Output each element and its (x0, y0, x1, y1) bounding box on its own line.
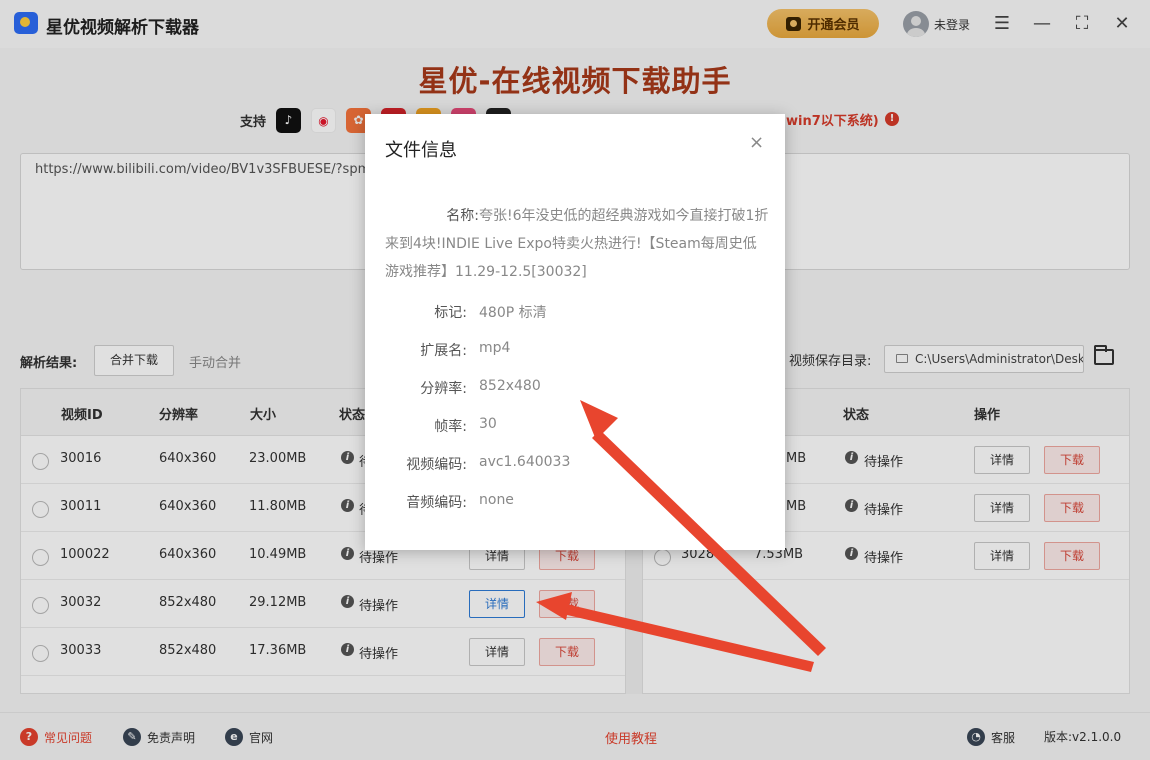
framerate-value: 30 (479, 416, 497, 432)
extension-value: mp4 (479, 340, 511, 356)
extension-label: 扩展名: (420, 343, 467, 359)
resolution-label: 分辨率: (420, 381, 467, 397)
framerate-label: 帧率: (434, 419, 467, 435)
file-name-label: 名称: (446, 208, 479, 224)
close-icon[interactable]: × (749, 132, 764, 153)
audio-codec-label: 音频编码: (406, 495, 467, 511)
mark-value: 480P 标清 (479, 305, 547, 321)
video-codec-value: avc1.640033 (479, 454, 571, 470)
modal-title: 文件信息 (385, 140, 457, 161)
file-info-modal: 文件信息 × 名称:夸张!6年没史低的超经典游戏如今直接打破1折来到4块!IND… (365, 114, 785, 550)
resolution-value: 852x480 (479, 378, 541, 394)
mark-label: 标记: (434, 305, 467, 321)
audio-codec-value: none (479, 492, 514, 508)
file-name-field: 名称:夸张!6年没史低的超经典游戏如今直接打破1折来到4块!INDIE Live… (385, 202, 769, 286)
video-codec-label: 视频编码: (406, 457, 467, 473)
